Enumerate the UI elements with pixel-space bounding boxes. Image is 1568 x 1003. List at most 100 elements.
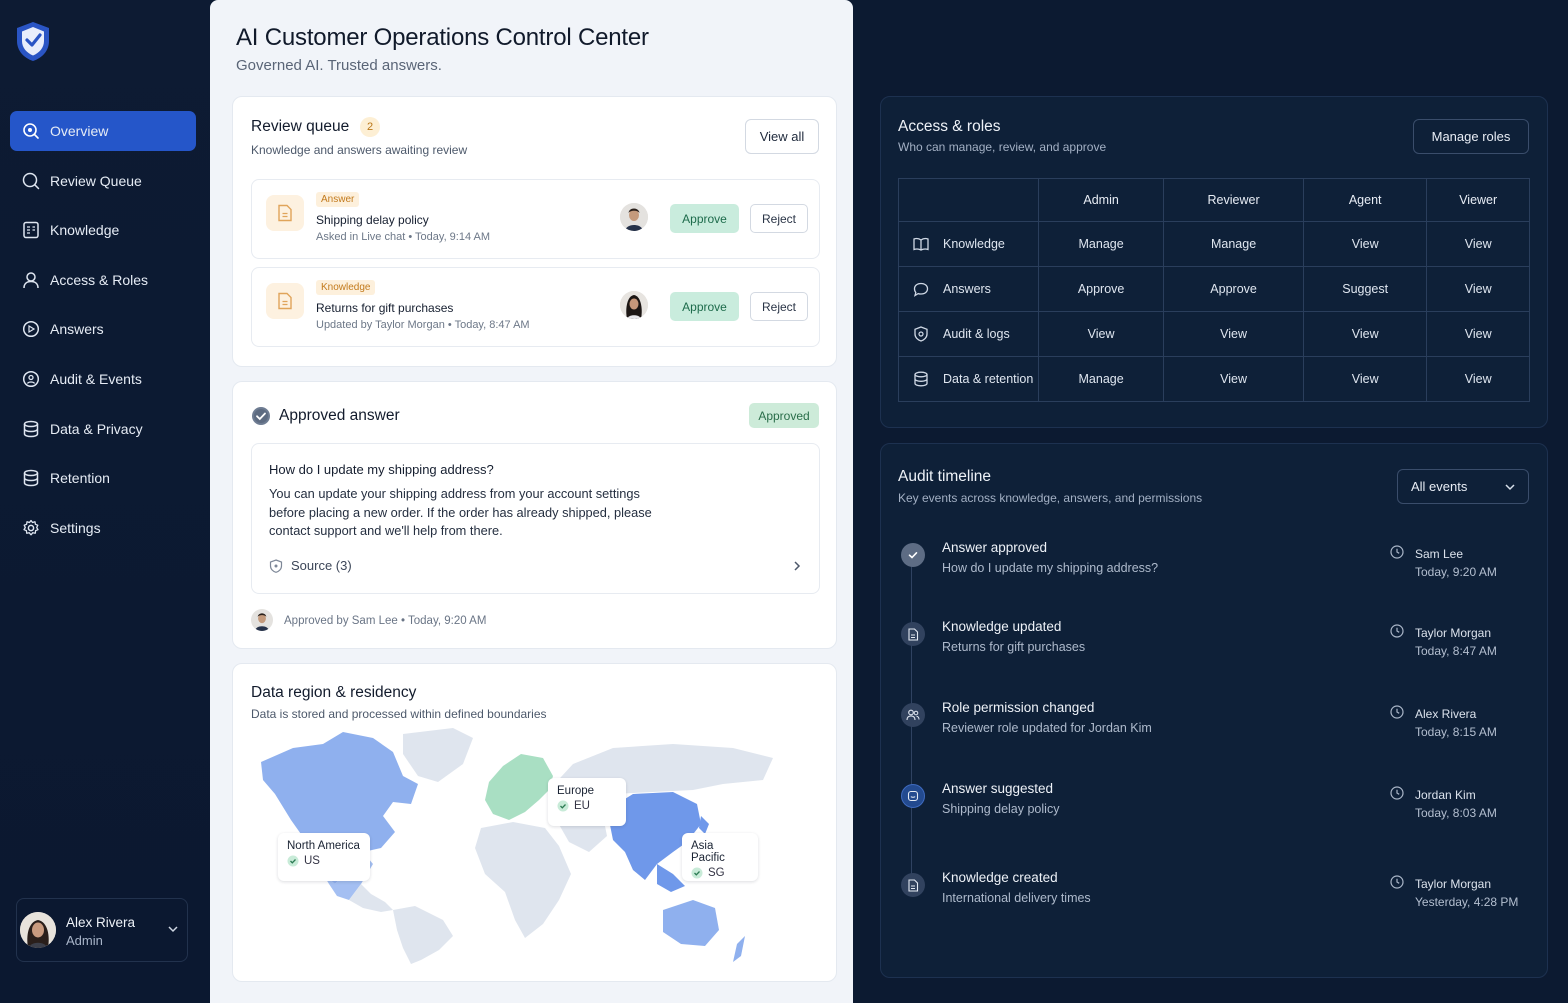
answer-box: How do I update my shipping address? You… [251, 443, 820, 594]
resource-label: Answers [943, 282, 991, 296]
table-header-empty [898, 178, 1039, 222]
event-time: Today, 8:15 AM [1415, 725, 1497, 739]
sidebar-item-overview[interactable]: Overview [10, 111, 196, 151]
approve-button[interactable]: Approve [670, 292, 739, 321]
sidebar-item-answers[interactable]: Answers [10, 309, 196, 349]
timeline-event[interactable]: Knowledge updated Returns for gift purch… [898, 616, 1528, 688]
check-icon [691, 867, 703, 879]
item-title: Returns for gift purchases [316, 301, 454, 315]
sidebar-item-audit-events[interactable]: Audit & Events [10, 359, 196, 399]
event-detail: Shipping delay policy [942, 802, 1060, 816]
view-all-button[interactable]: View all [745, 119, 819, 154]
sidebar-item-knowledge[interactable]: Knowledge [10, 210, 196, 250]
permission-cell: Manage [1037, 356, 1165, 402]
clock-icon [1390, 875, 1404, 889]
event-detail: International delivery times [942, 891, 1091, 905]
shield-logo-icon[interactable] [14, 20, 52, 62]
avatar [620, 203, 648, 231]
approve-button[interactable]: Approve [670, 204, 739, 233]
review-queue-title: Review queue [251, 118, 350, 135]
sidebar-item-label: Review Queue [50, 172, 142, 189]
check-icon [251, 406, 271, 426]
sidebar-nav: Overview Review Queue Knowledge Access &… [10, 111, 196, 557]
retention-icon [22, 469, 40, 487]
item-title: Shipping delay policy [316, 213, 429, 227]
review-queue-subtitle: Knowledge and answers awaiting review [251, 143, 468, 157]
user-menu[interactable]: Alex Rivera Admin [16, 898, 188, 962]
knowledge-icon [22, 221, 40, 239]
reject-button[interactable]: Reject [750, 292, 808, 321]
event-time: Today, 8:47 AM [1415, 644, 1497, 658]
event-title: Answer approved [942, 540, 1048, 555]
region-name: Europe [557, 785, 595, 797]
timeline-event[interactable]: Role permission changed Reviewer role up… [898, 697, 1528, 769]
sidebar-item-label: Knowledge [50, 222, 120, 239]
sidebar-item-settings[interactable]: Settings [10, 508, 196, 548]
check-icon [901, 543, 925, 567]
sidebar-item-label: Audit & Events [50, 370, 142, 387]
event-title: Role permission changed [942, 700, 1095, 715]
permission-cell: Approve [1163, 266, 1304, 312]
list-item[interactable]: Answer Shipping delay policy Asked in Li… [251, 179, 820, 259]
resource-label: Data & retention [943, 372, 1034, 386]
table-row: Answers Approve Approve Suggest View [898, 266, 1530, 312]
answer-question: How do I update my shipping address? [269, 462, 494, 477]
event-actor: Jordan Kim [1415, 788, 1476, 802]
permission-cell: View [1302, 221, 1428, 267]
chevron-down-icon [167, 923, 179, 935]
timeline-event[interactable]: Knowledge created International delivery… [898, 867, 1528, 939]
permission-cell: View [1302, 311, 1428, 357]
permission-cell: View [1426, 221, 1530, 267]
sidebar-item-retention[interactable]: Retention [10, 458, 196, 498]
avatar [20, 912, 56, 948]
chevron-right-icon[interactable] [792, 560, 802, 572]
roles-table: Admin Reviewer Agent Viewer Knowledge Ma… [898, 178, 1530, 402]
source-link[interactable]: Source (3) [291, 558, 352, 573]
event-time: Yesterday, 4:28 PM [1415, 895, 1519, 909]
resource-label: Audit & logs [943, 327, 1010, 341]
resource-label: Knowledge [943, 237, 1005, 251]
reject-button[interactable]: Reject [750, 204, 808, 233]
source-icon [269, 559, 283, 573]
manage-roles-button[interactable]: Manage roles [1413, 119, 1529, 154]
item-meta: Updated by Taylor Morgan • Today, 8:47 A… [316, 319, 530, 331]
region-name: Asia Pacific [691, 840, 725, 864]
region-code: SG [708, 867, 725, 879]
sidebar-item-data-privacy[interactable]: Data & Privacy [10, 409, 196, 449]
list-item[interactable]: Knowledge Returns for gift purchases Upd… [251, 267, 820, 347]
item-meta: Asked in Live chat • Today, 9:14 AM [316, 231, 491, 243]
data-region-subtitle: Data is stored and processed within defi… [251, 707, 547, 721]
event-title: Knowledge updated [942, 619, 1062, 634]
clock-icon [1390, 624, 1404, 638]
sidebar-item-label: Access & Roles [50, 271, 149, 288]
approved-footer: Approved by Sam Lee • Today, 9:20 AM [284, 615, 487, 627]
user-role: Admin [66, 932, 103, 948]
avatar [251, 609, 273, 631]
sidebar-item-review-queue[interactable]: Review Queue [10, 161, 196, 201]
approved-answer-card: Approved answer Approved How do I update… [232, 381, 837, 649]
sidebar: Overview Review Queue Knowledge Access &… [0, 0, 210, 1003]
permission-cell: View [1426, 266, 1530, 312]
document-icon [266, 195, 304, 231]
timeline-event[interactable]: Answer suggested Shipping delay policy J… [898, 778, 1528, 850]
timeline-event[interactable]: Answer approved How do I update my shipp… [898, 537, 1528, 609]
document-icon [266, 283, 304, 319]
region-label-europe: Europe EU [548, 778, 626, 826]
database-icon [913, 371, 929, 387]
sidebar-item-access-roles[interactable]: Access & Roles [10, 260, 196, 300]
event-time: Today, 9:20 AM [1415, 565, 1497, 579]
document-icon [901, 622, 925, 646]
events-filter-select[interactable]: All events [1397, 469, 1529, 504]
type-tag: Answer [316, 192, 360, 207]
sidebar-item-label: Settings [50, 519, 101, 536]
search-icon [22, 172, 40, 190]
permission-cell: Suggest [1302, 266, 1428, 312]
sidebar-item-label: Overview [50, 123, 109, 139]
filter-value: All events [1411, 479, 1468, 494]
gear-icon [22, 519, 40, 537]
book-icon [913, 237, 929, 251]
page-title: AI Customer Operations Control Center [236, 24, 649, 51]
approved-answer-title: Approved answer [279, 407, 400, 424]
clock-icon [1390, 545, 1404, 559]
region-name: North America [287, 840, 360, 852]
